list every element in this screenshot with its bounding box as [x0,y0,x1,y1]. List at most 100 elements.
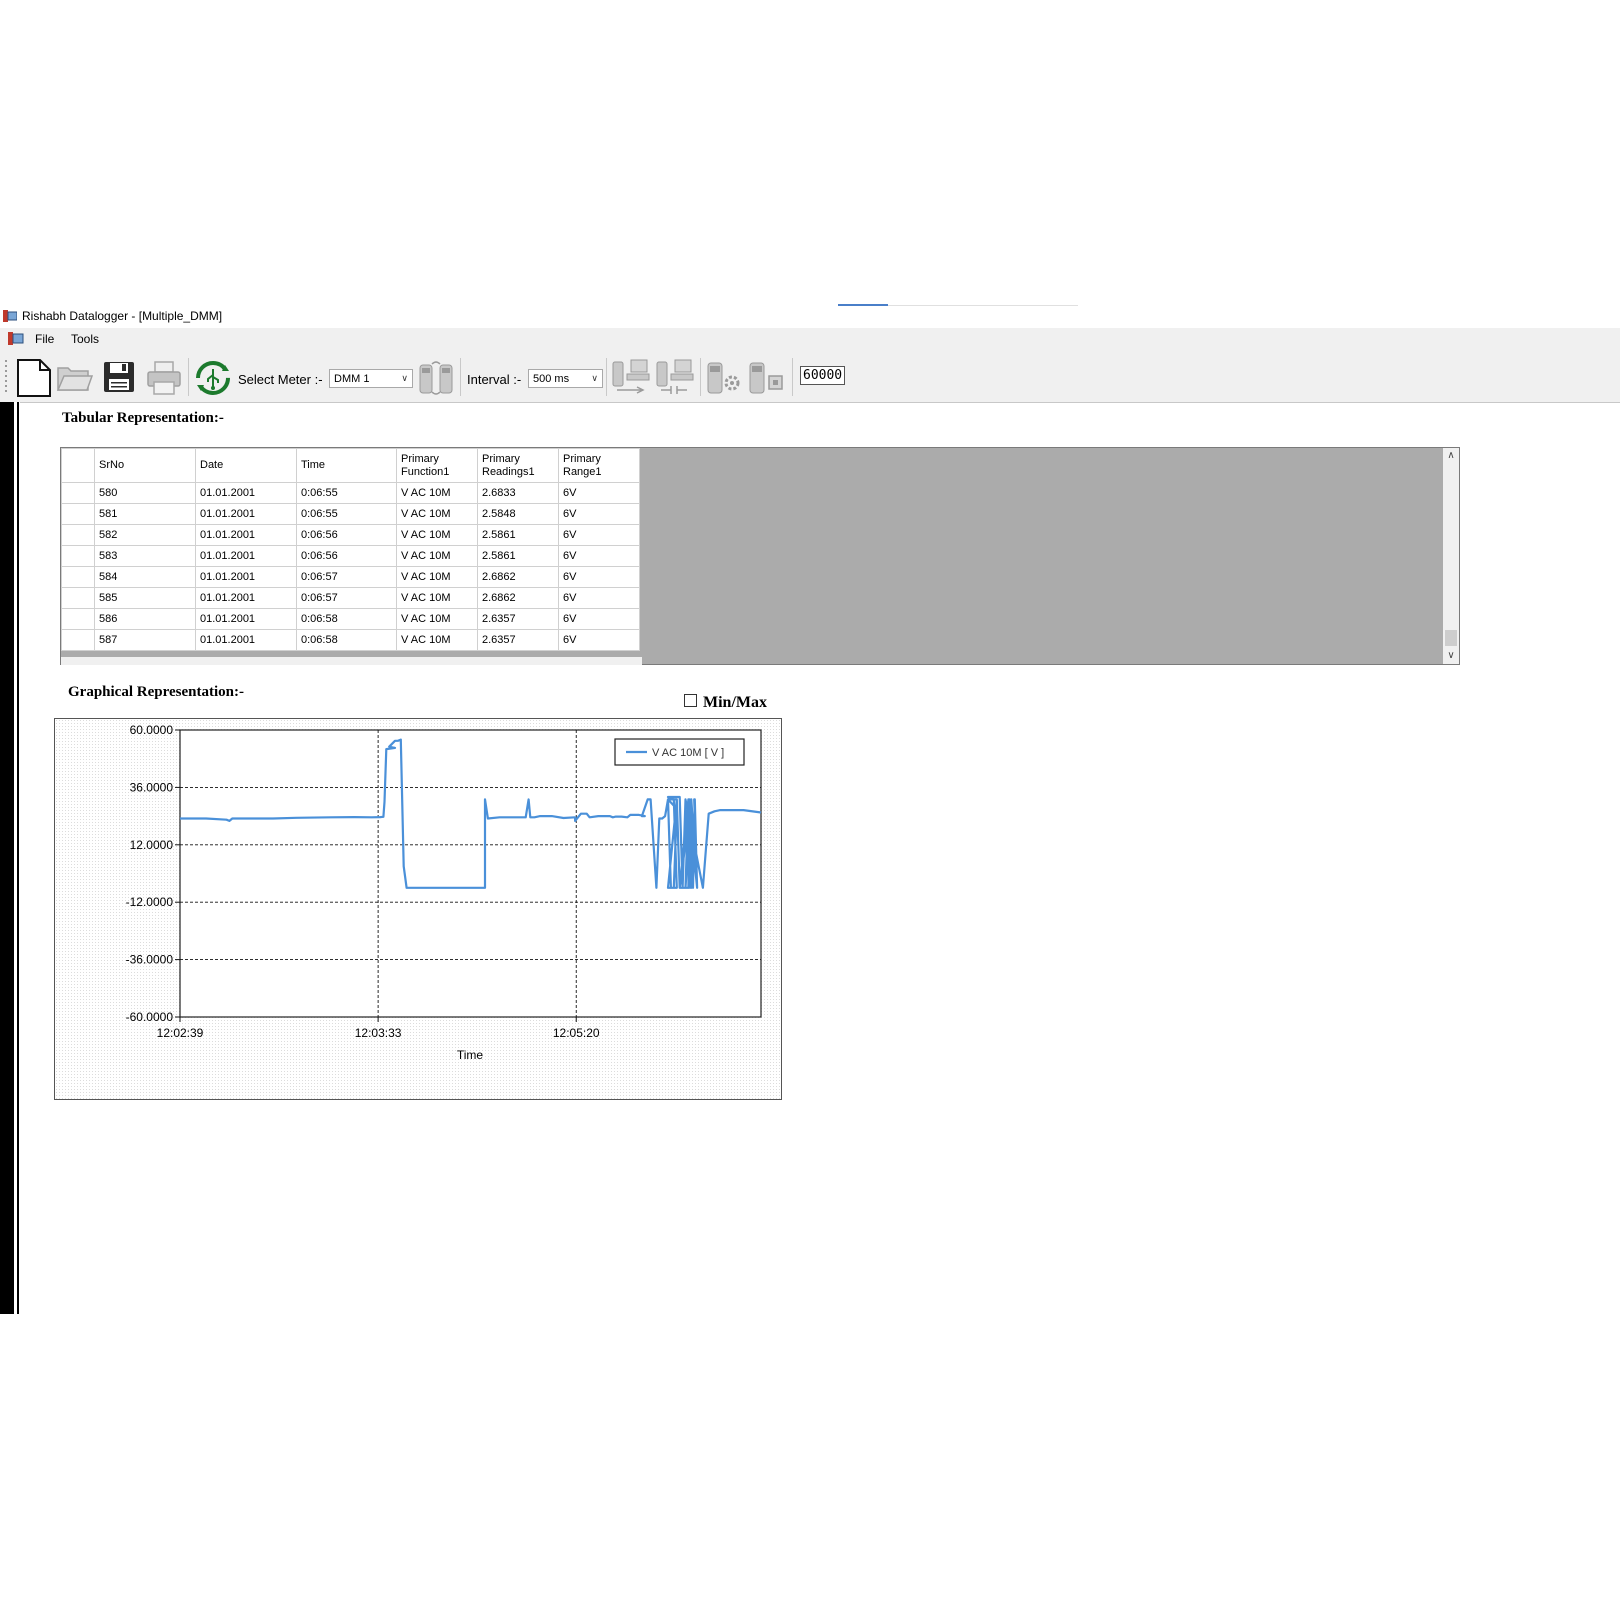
cell-date[interactable]: 01.01.2001 [195,566,297,588]
column-header-date[interactable]: Date [195,448,297,483]
cell-range[interactable]: 6V [558,482,640,504]
menu-tools[interactable]: Tools [71,332,99,346]
cell-time[interactable]: 0:06:57 [296,566,397,588]
cell-range[interactable]: 6V [558,587,640,609]
row-header-cell[interactable] [61,524,95,546]
row-header-cell[interactable] [61,482,95,504]
row-header-cell[interactable] [61,608,95,630]
table-row[interactable]: 583 01.01.2001 0:06:56 V AC 10M 2.5861 6V [61,545,640,567]
table-row[interactable]: 584 01.01.2001 0:06:57 V AC 10M 2.6862 6V [61,566,640,588]
cell-range[interactable]: 6V [558,524,640,546]
cell-time[interactable]: 0:06:57 [296,587,397,609]
column-header-function[interactable]: Primary Function1 [396,448,478,483]
cell-range[interactable]: 6V [558,608,640,630]
cell-function[interactable]: V AC 10M [396,545,478,567]
cell-time[interactable]: 0:06:56 [296,524,397,546]
cell-function[interactable]: V AC 10M [396,566,478,588]
row-header-cell[interactable] [61,545,95,567]
table-row[interactable]: 586 01.01.2001 0:06:58 V AC 10M 2.6357 6V [61,608,640,630]
column-header-srno[interactable]: SrNo [94,448,196,483]
meter-to-pc-icon[interactable] [611,358,651,398]
row-header-cell[interactable] [61,629,95,651]
select-meter-dropdown[interactable]: DMM 1 ∨ [329,369,413,388]
cell-date[interactable]: 01.01.2001 [195,587,297,609]
column-header-readings[interactable]: Primary Readings1 [477,448,559,483]
horizontal-scrollbar[interactable] [61,657,642,665]
minmax-checkbox[interactable]: Min/Max [684,694,767,712]
cell-time[interactable]: 0:06:55 [296,503,397,525]
menu-file[interactable]: File [35,332,54,346]
cell-function[interactable]: V AC 10M [396,503,478,525]
legend-label: V AC 10M [ V ] [652,747,724,759]
cell-date[interactable]: 01.01.2001 [195,524,297,546]
cell-function[interactable]: V AC 10M [396,608,478,630]
document-icon[interactable] [8,332,24,346]
column-header-range[interactable]: Primary Range1 [558,448,640,483]
save-icon[interactable] [102,360,136,394]
open-folder-icon[interactable] [56,360,94,396]
cell-reading[interactable]: 2.5848 [477,503,559,525]
meter-memory-icon[interactable] [748,359,786,397]
table-row[interactable]: 581 01.01.2001 0:06:55 V AC 10M 2.5848 6V [61,503,640,525]
cell-srno[interactable]: 582 [94,524,196,546]
column-header-time[interactable]: Time [296,448,397,483]
cell-reading[interactable]: 2.5861 [477,545,559,567]
cell-date[interactable]: 01.01.2001 [195,608,297,630]
vertical-scrollbar[interactable]: ∧ ∨ [1443,448,1459,664]
meter-disconnect-icon[interactable] [655,358,695,398]
chevron-down-icon: ∨ [401,373,408,383]
data-table: SrNo Date Time Primary Function1 Primary… [61,448,640,651]
cell-date[interactable]: 01.01.2001 [195,545,297,567]
cell-srno[interactable]: 586 [94,608,196,630]
cell-date[interactable]: 01.01.2001 [195,629,297,651]
cell-srno[interactable]: 580 [94,482,196,504]
data-grid[interactable]: SrNo Date Time Primary Function1 Primary… [60,447,1460,665]
cell-range[interactable]: 6V [558,503,640,525]
checkbox-box[interactable] [684,694,697,707]
row-header-cell[interactable] [61,587,95,609]
scroll-down-arrow-icon[interactable]: ∨ [1443,648,1459,664]
cell-function[interactable]: V AC 10M [396,587,478,609]
cell-srno[interactable]: 585 [94,587,196,609]
meter-settings-icon[interactable] [706,359,742,397]
scroll-up-arrow-icon[interactable]: ∧ [1443,448,1459,464]
cell-function[interactable]: V AC 10M [396,482,478,504]
cell-reading[interactable]: 2.6833 [477,482,559,504]
interval-dropdown[interactable]: 500 ms ∨ [528,369,603,388]
cell-time[interactable]: 0:06:56 [296,545,397,567]
usb-connect-icon[interactable] [194,359,232,397]
cell-function[interactable]: V AC 10M [396,629,478,651]
cell-time[interactable]: 0:06:58 [296,629,397,651]
row-header-cell[interactable] [61,566,95,588]
table-row[interactable]: 587 01.01.2001 0:06:58 V AC 10M 2.6357 6V [61,629,640,651]
table-header-row: SrNo Date Time Primary Function1 Primary… [61,448,640,483]
minmax-label: Min/Max [703,694,767,711]
cell-date[interactable]: 01.01.2001 [195,503,297,525]
cell-srno[interactable]: 584 [94,566,196,588]
new-file-icon[interactable] [14,358,54,398]
menu-bar: File Tools [0,328,1620,350]
cell-reading[interactable]: 2.5861 [477,524,559,546]
cell-range[interactable]: 6V [558,545,640,567]
cell-range[interactable]: 6V [558,566,640,588]
cell-time[interactable]: 0:06:55 [296,482,397,504]
cell-reading[interactable]: 2.6862 [477,587,559,609]
table-row[interactable]: 585 01.01.2001 0:06:57 V AC 10M 2.6862 6V [61,587,640,609]
cell-srno[interactable]: 583 [94,545,196,567]
table-row[interactable]: 582 01.01.2001 0:06:56 V AC 10M 2.5861 6V [61,524,640,546]
print-icon[interactable] [146,360,182,396]
interval-label: Interval :- [467,372,522,387]
cell-srno[interactable]: 587 [94,629,196,651]
cell-reading[interactable]: 2.6357 [477,608,559,630]
cell-range[interactable]: 6V [558,629,640,651]
cell-function[interactable]: V AC 10M [396,524,478,546]
cell-date[interactable]: 01.01.2001 [195,482,297,504]
table-row[interactable]: 580 01.01.2001 0:06:55 V AC 10M 2.6833 6V [61,482,640,504]
cell-reading[interactable]: 2.6357 [477,629,559,651]
scroll-thumb[interactable] [1445,630,1457,646]
row-header-cell[interactable] [61,503,95,525]
meter-swap-icon[interactable] [418,360,454,396]
cell-srno[interactable]: 581 [94,503,196,525]
cell-time[interactable]: 0:06:58 [296,608,397,630]
cell-reading[interactable]: 2.6862 [477,566,559,588]
